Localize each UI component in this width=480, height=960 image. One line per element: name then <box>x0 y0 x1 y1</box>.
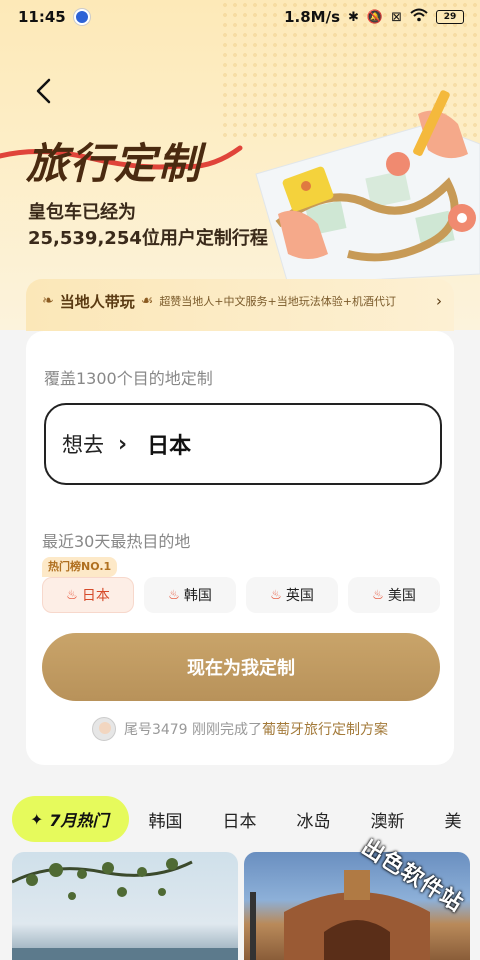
wifi-icon <box>410 8 428 26</box>
tree-branches-image <box>12 858 238 960</box>
avatar <box>91 717 116 741</box>
hero-subtitle-line1: 皇包车已经为 <box>28 202 136 223</box>
tab-hot[interactable]: ✦ 7月热门 <box>12 796 129 842</box>
notice-link[interactable]: 葡萄牙旅行定制方案 <box>262 722 388 738</box>
guide-description: 超赞当地人+中文服务+当地玩法体验+机酒代订 <box>159 295 396 308</box>
chevron-right-icon: › <box>118 431 128 457</box>
flame-icon: ♨ <box>168 587 180 603</box>
tab-japan[interactable]: 日本 <box>221 807 259 832</box>
destination-value: 日本 <box>147 434 192 459</box>
chip-label: 美国 <box>387 588 416 604</box>
chip-label: 韩国 <box>183 588 212 604</box>
guide-title: 当地人带玩 <box>59 292 135 311</box>
chip-japan[interactable]: ♨ 日本 <box>42 577 134 613</box>
flame-icon: ♨ <box>372 587 384 603</box>
page-title: 旅行定制 <box>26 139 203 188</box>
app-icon <box>73 9 90 25</box>
sim-icon: ⊠ <box>391 9 402 25</box>
sparkle-icon: ✦ <box>30 809 44 829</box>
coverage-label: 覆盖1300个目的地定制 <box>44 369 213 388</box>
hot-destination-chips: ♨ 日本 ♨ 韩国 ♨ 英国 ♨ 美国 <box>42 577 440 613</box>
destination-selector[interactable]: 想去 › 日本 <box>44 403 442 485</box>
back-button[interactable] <box>28 76 58 106</box>
tab-usa[interactable]: 美 <box>443 807 464 832</box>
network-speed: 1.8M/s <box>284 8 340 26</box>
chip-korea[interactable]: ♨ 韩国 <box>144 577 236 613</box>
tab-hot-label: 7月热门 <box>49 811 109 830</box>
flame-icon: ♨ <box>66 587 78 603</box>
hot-destinations-label: 最近30天最热目的地 <box>42 532 191 551</box>
chip-usa[interactable]: ♨ 美国 <box>348 577 440 613</box>
laurel-left-icon: ❧ <box>42 293 54 309</box>
mute-icon: 🔕 <box>366 9 384 25</box>
bluetooth-icon: ✱ <box>348 9 359 25</box>
travel-map-illustration <box>255 90 480 284</box>
notice-text: 尾号3479 刚刚完成了 <box>123 722 263 738</box>
rank-badge: 热门榜NO.1 <box>42 557 118 577</box>
tab-iceland[interactable]: 冰岛 <box>295 807 333 832</box>
chip-uk[interactable]: ♨ 英国 <box>246 577 338 613</box>
chip-label: 英国 <box>285 588 314 604</box>
custom-trip-card: 覆盖1300个目的地定制 想去 › 日本 最近30天最热目的地 热门榜NO.1 … <box>26 331 454 765</box>
want-label: 想去 <box>62 433 104 457</box>
hero-subtitle: 皇包车已经为 25,539,254位用户定制行程 <box>28 200 268 252</box>
chevron-left-icon <box>36 78 51 104</box>
tab-korea[interactable]: 韩国 <box>147 807 185 832</box>
tab-australia-nz[interactable]: 澳新 <box>369 807 407 832</box>
customize-now-button[interactable]: 现在为我定制 <box>42 633 440 701</box>
battery-icon: 29 <box>436 10 464 24</box>
recent-activity-notice: 尾号3479 刚刚完成了葡萄牙旅行定制方案 <box>26 717 454 741</box>
chevron-right-icon: › <box>436 292 442 310</box>
destination-tabs: ✦ 7月热门 韩国 日本 冰岛 澳新 美 <box>12 796 480 842</box>
status-time: 11:45 <box>18 8 66 26</box>
laurel-right-icon: ☙ <box>140 293 154 309</box>
local-guide-banner[interactable]: ❧ 当地人带玩 ☙ 超赞当地人+中文服务+当地玩法体验+机酒代订 › <box>26 279 454 331</box>
chip-label: 日本 <box>81 588 110 604</box>
photo-card-lake[interactable] <box>12 852 238 960</box>
status-bar: 11:45 1.8M/s ✱ 🔕 ⊠ 29 <box>0 0 480 34</box>
flame-icon: ♨ <box>270 587 282 603</box>
hero-subtitle-line2: 25,539,254位用户定制行程 <box>28 228 268 249</box>
